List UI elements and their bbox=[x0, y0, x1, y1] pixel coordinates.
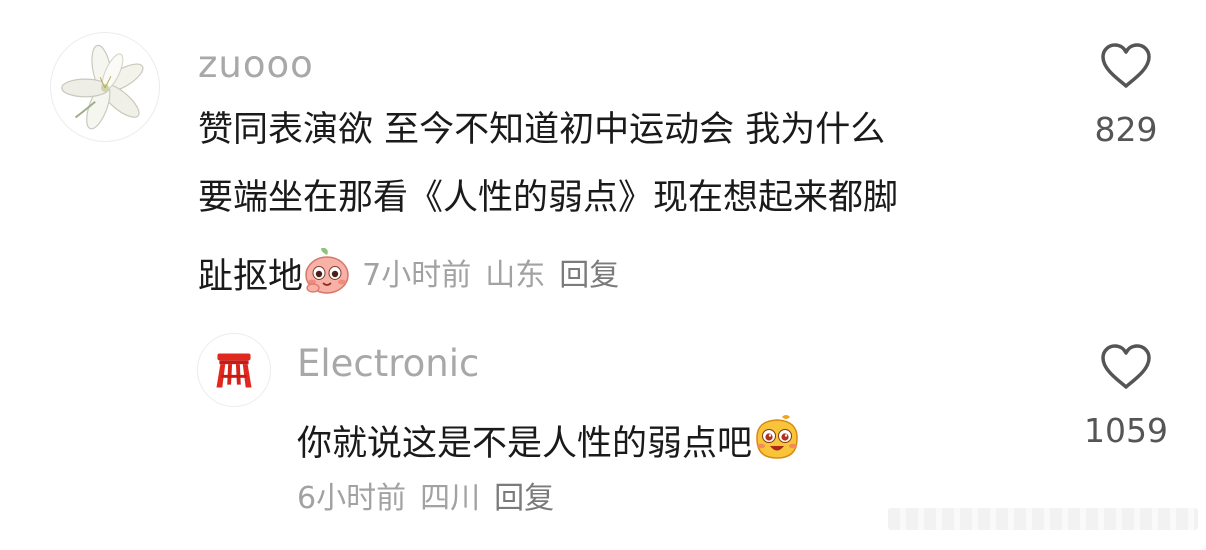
red-stool-icon bbox=[216, 353, 252, 388]
happy-face-emoji-icon bbox=[752, 413, 802, 468]
reply-reply-button[interactable]: 回复 bbox=[494, 481, 554, 516]
comment-like-button[interactable]: 829 bbox=[1066, 42, 1186, 146]
comment-text-line: 要端坐在那看《人性的弱点》现在想起来都脚 bbox=[198, 178, 899, 218]
peach-blush-emoji-icon bbox=[303, 247, 351, 301]
avatar-electronic[interactable] bbox=[197, 333, 271, 407]
comment-location: 山东 bbox=[485, 258, 546, 293]
avatar-zuooo[interactable] bbox=[50, 32, 160, 142]
reply-timestamp: 6小时前 bbox=[297, 481, 407, 516]
comment-text-line: 赞同表演欲 至今不知道初中运动会 我为什么 bbox=[198, 110, 886, 150]
reply-text-row: 你就说这是不是人性的弱点吧 bbox=[297, 413, 802, 468]
comment-reply-button[interactable]: 回复 bbox=[559, 258, 619, 293]
comment-username[interactable]: zuooo bbox=[198, 46, 314, 83]
heart-icon bbox=[1101, 344, 1151, 389]
reply-text: 你就说这是不是人性的弱点吧 bbox=[297, 424, 753, 464]
reply-like-button[interactable]: 1059 bbox=[1066, 343, 1186, 447]
comment-text-line-last: 趾抠地 7小时前 山东 回复 bbox=[198, 247, 619, 301]
comment-like-count: 829 bbox=[1094, 110, 1158, 149]
reply-meta: 6小时前 四川 回复 bbox=[297, 484, 554, 514]
lily-flower-icon bbox=[61, 44, 144, 130]
comment-timestamp: 7小时前 bbox=[362, 258, 472, 293]
reply-username[interactable]: Electronic bbox=[297, 345, 479, 382]
watermark-strip bbox=[888, 508, 1198, 530]
reply-like-count: 1059 bbox=[1084, 411, 1168, 450]
reply-location: 四川 bbox=[420, 481, 481, 516]
heart-icon bbox=[1101, 43, 1151, 88]
comment-text-end: 趾抠地 bbox=[198, 257, 304, 297]
